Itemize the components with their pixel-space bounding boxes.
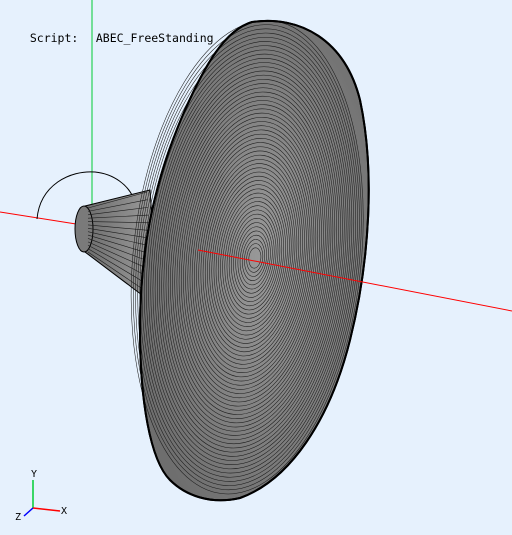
triad-y-label: Y: [31, 469, 37, 480]
horn-bell: [130, 19, 370, 502]
3d-viewport[interactable]: Y X Z: [0, 0, 512, 535]
orientation-triad: Y X Z: [15, 469, 67, 523]
triad-x-label: X: [61, 506, 67, 517]
triad-z-axis: [23, 507, 34, 517]
triad-z-label: Z: [15, 512, 21, 523]
triad-x-axis: [32, 507, 61, 512]
